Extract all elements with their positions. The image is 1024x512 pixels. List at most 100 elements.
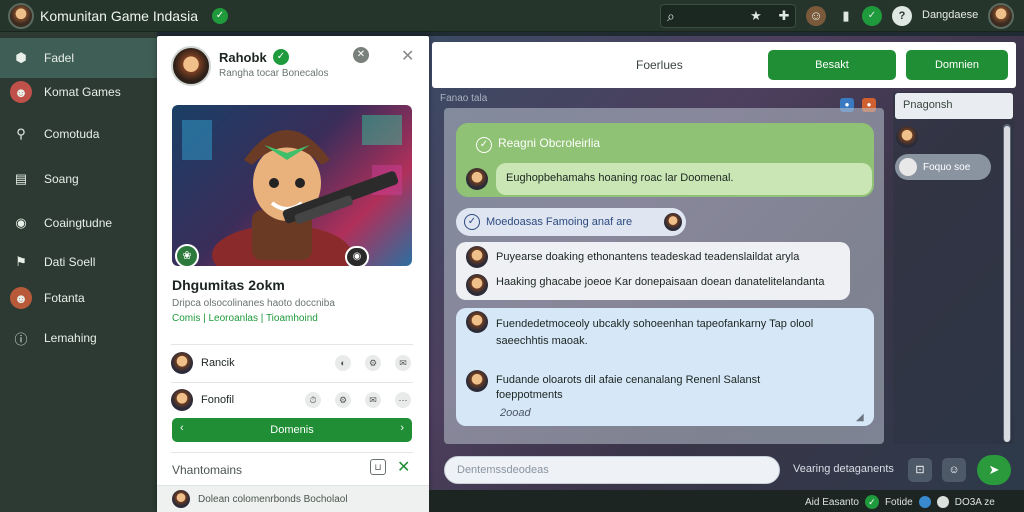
- robot-icon: [899, 158, 917, 176]
- check-icon: ✓: [476, 137, 492, 153]
- message-icon[interactable]: ✉: [365, 392, 381, 408]
- divider: [171, 382, 413, 383]
- globe-icon[interactable]: [918, 496, 931, 508]
- sidebar-item-komat-games[interactable]: ☻ Komat Games: [0, 72, 157, 112]
- message-text: saeechhtis maoak.: [496, 335, 588, 347]
- flag-icon: ⚑: [15, 254, 27, 269]
- settings-icon[interactable]: ⚙: [365, 355, 381, 371]
- profile-avatar[interactable]: [171, 46, 211, 86]
- notification-icon[interactable]: [936, 496, 949, 508]
- app-avatar[interactable]: [8, 3, 34, 29]
- message-bubble[interactable]: Puyearse doaking ethonantens teadeskad t…: [456, 242, 850, 300]
- member-chip[interactable]: Foquo soe: [895, 154, 991, 180]
- settings-icon[interactable]: ⚙: [335, 392, 351, 408]
- sidebar-item-coaingtudne[interactable]: ◉ Coaingtudne: [0, 203, 157, 243]
- member-row[interactable]: Rancik ◐ ⚙ ✉: [171, 350, 411, 376]
- profile-bottom-bar[interactable]: Dolean colomenrbonds Bocholaol: [157, 485, 429, 512]
- user-avatar: [172, 490, 190, 508]
- sidebar-item-dati-soell[interactable]: ⚑ Dati Soell: [0, 242, 157, 282]
- scrollbar[interactable]: [1003, 124, 1011, 442]
- game-character-illustration: [182, 115, 402, 266]
- sidebar-item-comotuda[interactable]: ⚲ Comotuda: [0, 114, 157, 154]
- member-row[interactable]: Fonofil ⏱ ⚙ ✉ ⋯: [171, 387, 411, 413]
- check-icon: ✓: [464, 214, 480, 230]
- member-avatar: [171, 352, 193, 374]
- resize-icon[interactable]: ◢: [856, 412, 864, 423]
- link-icon: ⚲: [16, 126, 26, 141]
- sidebar-item-label: Lemahing: [44, 331, 97, 345]
- sender-avatar: [466, 311, 488, 333]
- pinned-message-text: Eughopbehamahs hoaning roac lar Doomenal…: [496, 163, 872, 195]
- message-text: foeppotments: [496, 389, 563, 401]
- pinned-message[interactable]: ✓ Reagni Obcroleirlia Eughopbehamahs hoan…: [456, 123, 874, 197]
- close-icon[interactable]: ✕: [401, 46, 414, 66]
- help-icon[interactable]: ?: [892, 6, 912, 26]
- info-icon: ⓘ: [14, 331, 28, 347]
- close-icon[interactable]: ✕: [397, 457, 410, 477]
- member-name: Rancik: [201, 357, 235, 369]
- message-input[interactable]: Dentemssdeodeas: [444, 456, 780, 484]
- timer-icon[interactable]: ⏱: [305, 392, 321, 408]
- sidebar-item-label: Dati Soell: [44, 255, 96, 269]
- card-icon: ▤: [14, 171, 28, 186]
- game-tags[interactable]: Comis | Leoroanlas | Tioamhoind: [172, 313, 318, 324]
- sender-avatar: [466, 274, 488, 296]
- game-logo-icon: ❀: [175, 244, 199, 268]
- online-icon[interactable]: ✓: [862, 6, 882, 26]
- members-header[interactable]: Pnagonsh: [895, 93, 1013, 119]
- online-icon: ✓: [864, 495, 879, 509]
- message-icon[interactable]: ✉: [395, 355, 411, 371]
- topic-tag[interactable]: ✓ Moedoasas Famoing anaf are: [456, 208, 686, 236]
- avatar-icon: ☻: [10, 287, 32, 309]
- sidebar-item-label: Fotanta: [44, 291, 85, 305]
- user-avatar[interactable]: [988, 3, 1014, 29]
- chevron-right-icon: ›: [400, 422, 404, 434]
- attach-icon[interactable]: ⊡: [908, 458, 932, 482]
- pinned-title: ✓ Reagni Obcroleirlia: [476, 136, 600, 153]
- sidebar-item-soang[interactable]: ▤ Soang: [0, 159, 157, 199]
- chat-icon: ◉: [15, 215, 27, 230]
- status-info: Aid Easanto ✓ Fotide DO3A ze: [805, 495, 995, 509]
- message-text: Fuendedetmoceoly ubcakly sohoeenhan tape…: [496, 318, 814, 330]
- clipboard-icon[interactable]: ⊔: [370, 459, 386, 475]
- controller-icon[interactable]: ◉: [345, 246, 369, 268]
- game-title: Dhgumitas 2okm: [172, 277, 285, 293]
- game-hero-image: [172, 105, 412, 266]
- send-button[interactable]: ➤: [977, 455, 1011, 485]
- sidebar-item-label: Soang: [44, 172, 79, 186]
- search-icon: ⌕: [667, 8, 675, 24]
- footer-label: Vhantomains: [172, 463, 243, 477]
- close-circle-icon[interactable]: ✕: [353, 47, 369, 63]
- chat-header: Foerlues Besakt Domnien: [432, 42, 1016, 88]
- message-bubble[interactable]: Fuendedetmoceoly ubcakly sohoeenhan tape…: [456, 308, 874, 426]
- sidebar: ⬢ Fadel ☻ Komat Games ⚲ Comotuda ▤ Soang…: [0, 32, 157, 512]
- verified-icon: ✓: [273, 49, 289, 65]
- sender-avatar: [466, 370, 488, 392]
- cube-icon: ⬢: [15, 50, 27, 65]
- chevron-left-icon: ‹: [180, 422, 184, 434]
- secondary-button[interactable]: Domnien: [906, 50, 1008, 80]
- sidebar-item-fotanta[interactable]: ☻ Fotanta: [0, 278, 157, 318]
- more-icon[interactable]: ⋯: [395, 392, 411, 408]
- profile-subtitle: Rangha tocar Bonecalos: [219, 68, 329, 79]
- avatar-icon: ☻: [10, 81, 32, 103]
- message-text: Haaking ghacabe joeoe Kar donepaisaan do…: [496, 276, 825, 288]
- mute-icon[interactable]: ◐: [335, 355, 351, 371]
- scrollbar-thumb[interactable]: [1004, 126, 1010, 442]
- phone-icon[interactable]: ▮: [836, 6, 856, 26]
- member-avatar[interactable]: [896, 126, 918, 148]
- sender-avatar: [466, 246, 488, 268]
- primary-button[interactable]: Besakt: [768, 50, 896, 80]
- sidebar-item-lemahing[interactable]: ⓘ Lemahing: [0, 318, 157, 358]
- puzzle-icon[interactable]: ✚: [774, 6, 794, 26]
- sidebar-item-label: Coaingtudne: [44, 216, 113, 230]
- emoji-icon[interactable]: ☺: [942, 458, 966, 482]
- bottom-text: Dolean colomenrbonds Bocholaol: [198, 493, 348, 505]
- divider: [171, 344, 413, 345]
- send-icon: ➤: [988, 462, 1000, 477]
- star-icon[interactable]: ★: [746, 6, 766, 26]
- profile-action-button[interactable]: ‹ Domenis ›: [172, 418, 412, 442]
- username-label[interactable]: Dangdaese: [922, 9, 978, 21]
- verified-icon: ✓: [212, 8, 228, 24]
- user-avatar-icon[interactable]: ☺: [806, 6, 826, 26]
